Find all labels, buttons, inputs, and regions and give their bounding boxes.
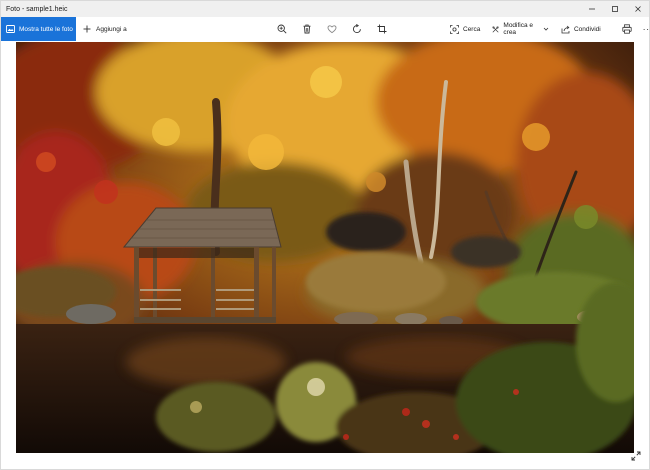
- window-title: Foto - sample1.heic: [6, 5, 68, 13]
- zoom-button[interactable]: [269, 17, 294, 41]
- expand-icon: [631, 451, 641, 461]
- minimize-icon: [588, 8, 595, 10]
- print-button[interactable]: [617, 17, 638, 41]
- photos-window: Foto - sample1.heic Mostra tutte le foto…: [0, 0, 650, 470]
- favorite-icon: [327, 25, 336, 34]
- show-all-photos-button[interactable]: Mostra tutte le foto: [1, 17, 76, 41]
- close-icon: [634, 6, 641, 12]
- photo-image: [16, 42, 634, 453]
- toolbar: Mostra tutte le foto Aggiungi a Cerca Mo…: [1, 17, 650, 41]
- share-icon: [561, 25, 570, 33]
- secondary-actions: Cerca Modifica e crea Condividi ···: [444, 17, 650, 41]
- crop-button[interactable]: [369, 17, 394, 41]
- share-button[interactable]: Condividi: [555, 17, 607, 41]
- delete-button[interactable]: [294, 17, 319, 41]
- add-to-label: Aggiungi a: [96, 25, 127, 33]
- edit-create-label: Modifica e crea: [503, 22, 534, 36]
- minimize-button[interactable]: [580, 1, 603, 17]
- zoom-in-icon: [277, 24, 287, 34]
- share-label: Condividi: [573, 25, 601, 33]
- visual-search-icon: [450, 24, 459, 34]
- chevron-down-icon: [543, 26, 549, 32]
- maximize-button[interactable]: [603, 1, 626, 17]
- search-label: Cerca: [463, 25, 481, 33]
- rotate-icon: [352, 24, 361, 33]
- printer-icon: [622, 24, 632, 34]
- favorite-button[interactable]: [319, 17, 344, 41]
- more-icon: ···: [642, 24, 650, 34]
- title-bar: Foto - sample1.heic: [1, 1, 649, 17]
- window-controls: [580, 1, 649, 17]
- show-all-photos-label: Mostra tutte le foto: [19, 25, 73, 33]
- rotate-button[interactable]: [344, 17, 369, 41]
- more-button[interactable]: ···: [638, 17, 650, 41]
- photo-viewer[interactable]: [16, 42, 634, 453]
- edit-icon: [492, 25, 499, 32]
- maximize-icon: [611, 6, 618, 12]
- image-actions: [269, 17, 394, 41]
- crop-icon: [377, 24, 386, 34]
- edit-create-button[interactable]: Modifica e crea: [486, 17, 555, 41]
- delete-icon: [303, 24, 310, 34]
- close-button[interactable]: [626, 1, 649, 17]
- fullscreen-button[interactable]: [629, 449, 643, 463]
- plus-icon: [83, 25, 91, 33]
- search-button[interactable]: Cerca: [444, 17, 486, 41]
- gallery-icon: [6, 25, 15, 33]
- add-to-button[interactable]: Aggiungi a: [76, 17, 127, 41]
